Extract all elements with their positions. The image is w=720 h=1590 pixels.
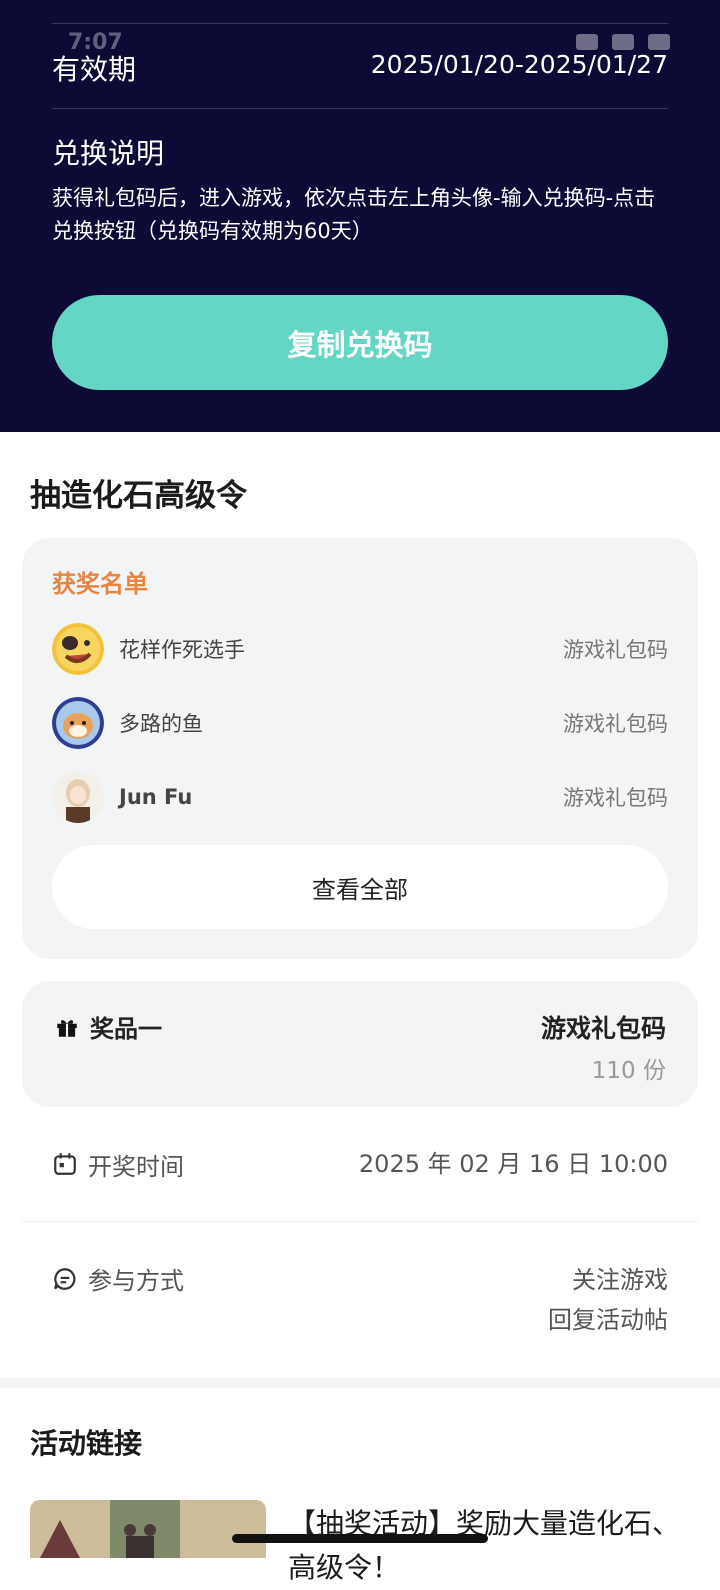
chat-icon bbox=[54, 1267, 76, 1290]
winner-prize: 游戏礼包码 bbox=[563, 712, 668, 736]
prize-label: 奖品一 bbox=[54, 1009, 162, 1044]
lottery-title: 抽造化石高级令 bbox=[30, 478, 247, 514]
winner-name: 花样作死选手 bbox=[119, 638, 245, 662]
winner-name: 多路的鱼 bbox=[119, 712, 203, 736]
divider bbox=[52, 108, 668, 109]
draw-time-value: 2025 年 02 月 16 日 10:00 bbox=[358, 1150, 668, 1178]
winner-row[interactable]: 花样作死选手 游戏礼包码 bbox=[52, 623, 668, 675]
participation-value: 关注游戏 回复活动帖 bbox=[548, 1260, 668, 1340]
divider bbox=[52, 23, 668, 24]
prize-count: 110 份 bbox=[591, 1058, 666, 1084]
copy-code-button[interactable]: 复制兑换码 bbox=[52, 295, 668, 390]
draw-time-label-text: 开奖时间 bbox=[88, 1152, 184, 1181]
view-all-button[interactable]: 查看全部 bbox=[52, 845, 668, 929]
validity-value: 2025/01/20-2025/01/27 bbox=[370, 50, 668, 79]
gift-icon bbox=[57, 1019, 77, 1037]
divider bbox=[22, 1221, 698, 1222]
avatar bbox=[52, 771, 104, 823]
wifi-icon bbox=[612, 34, 634, 50]
prize-label-text: 奖品一 bbox=[90, 1015, 162, 1043]
links-title: 活动链接 bbox=[30, 1427, 143, 1460]
participation-row: 参与方式 关注游戏 回复活动帖 bbox=[52, 1261, 668, 1340]
winner-prize: 游戏礼包码 bbox=[563, 638, 668, 662]
participation-label: 参与方式 bbox=[52, 1261, 184, 1296]
prize-card: 奖品一 游戏礼包码 110 份 bbox=[22, 981, 698, 1107]
avatar bbox=[52, 623, 104, 675]
avatar bbox=[52, 697, 104, 749]
link-title[interactable]: 【抽奖活动】奖励大量造化石、高级令！ bbox=[288, 1502, 688, 1590]
participation-line[interactable]: 关注游戏 bbox=[548, 1260, 668, 1300]
link-thumbnail[interactable] bbox=[30, 1500, 266, 1558]
home-indicator[interactable] bbox=[232, 1534, 488, 1543]
signal-icon bbox=[576, 34, 598, 50]
winners-card: 获奖名单 花样作死选手 游戏礼包码 多路的鱼 游戏礼包码 Jun Fu 游戏礼包… bbox=[22, 538, 698, 959]
calendar-icon bbox=[54, 1153, 76, 1175]
validity-label: 有效期 bbox=[52, 53, 137, 86]
participation-label-text: 参与方式 bbox=[88, 1267, 184, 1295]
winner-row[interactable]: 多路的鱼 游戏礼包码 bbox=[52, 697, 668, 749]
draw-time-label: 开奖时间 bbox=[52, 1144, 184, 1184]
battery-icon bbox=[648, 34, 670, 50]
prize-name: 游戏礼包码 bbox=[540, 1014, 666, 1043]
redeem-code-panel: 7:07 有效期 2025/01/20-2025/01/27 兑换说明 获得礼包… bbox=[0, 0, 720, 432]
explain-title: 兑换说明 bbox=[52, 137, 165, 170]
participation-line[interactable]: 回复活动帖 bbox=[548, 1300, 668, 1340]
winners-title: 获奖名单 bbox=[52, 570, 148, 598]
winner-name: Jun Fu bbox=[119, 785, 193, 809]
status-icons bbox=[576, 34, 670, 50]
explain-text: 获得礼包码后，进入游戏，依次点击左上角头像-输入兑换码-点击兑换按钮（兑换码有效… bbox=[52, 186, 656, 243]
winner-prize: 游戏礼包码 bbox=[563, 786, 668, 810]
section-divider bbox=[0, 1378, 720, 1388]
winner-row[interactable]: Jun Fu 游戏礼包码 bbox=[52, 771, 668, 823]
draw-time-row: 开奖时间 2025 年 02 月 16 日 10:00 bbox=[52, 1144, 668, 1184]
